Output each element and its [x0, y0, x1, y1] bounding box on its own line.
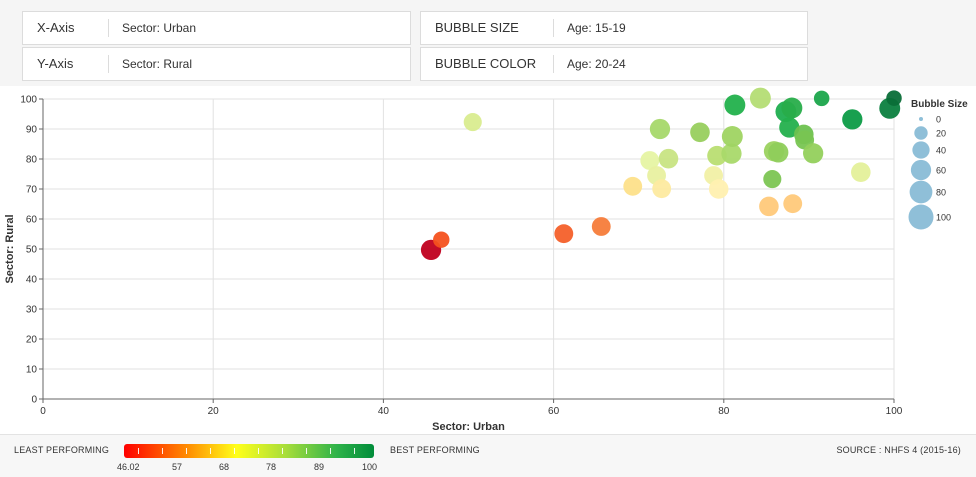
x-tick-label: 0 — [40, 406, 46, 417]
bubble — [463, 113, 482, 132]
bubble — [708, 179, 729, 199]
bubble-color-selector[interactable]: BUBBLE COLOR Age: 20-24 — [420, 47, 808, 81]
x-axis-selector[interactable]: X-Axis Sector: Urban — [22, 11, 411, 45]
x-tick-label: 20 — [208, 406, 220, 417]
bubble — [783, 194, 803, 214]
x-tick-label: 40 — [378, 406, 390, 417]
y-tick-label: 10 — [26, 365, 38, 376]
size-legend-bubble — [908, 204, 934, 230]
gradient-tick — [354, 448, 355, 454]
gradient-label: 89 — [314, 462, 325, 472]
y-tick-label: 0 — [31, 395, 37, 406]
size-legend-bubble — [910, 159, 932, 181]
color-legend-footer: LEAST PERFORMING 46.02 57 68 78 89 100 B… — [0, 434, 976, 477]
gradient-tick — [330, 448, 331, 454]
best-performing-label: BEST PERFORMING — [390, 445, 480, 455]
bubble — [842, 109, 863, 130]
size-legend-label: 100 — [936, 213, 951, 223]
y-tick-label: 60 — [26, 215, 38, 226]
gradient-tick — [138, 448, 139, 454]
bubble — [759, 196, 779, 217]
bubble — [690, 122, 710, 143]
size-legend-label: 20 — [936, 129, 946, 139]
y-tick-label: 50 — [26, 245, 38, 256]
bubble — [554, 224, 574, 244]
y-tick-label: 30 — [26, 305, 38, 316]
bubble — [721, 126, 743, 147]
bubble-size-selector[interactable]: BUBBLE SIZE Age: 15-19 — [420, 11, 808, 45]
bubble — [763, 170, 782, 189]
bubble-size-label: BUBBLE SIZE — [421, 19, 554, 37]
bubble — [749, 87, 771, 109]
x-tick-label: 80 — [718, 406, 730, 417]
size-legend-bubble — [914, 126, 928, 140]
size-legend-label: 0 — [936, 115, 941, 125]
gradient-tick — [234, 448, 235, 454]
bubble — [851, 162, 871, 182]
gradient-label: 100 — [362, 462, 378, 472]
size-legend-title: Bubble Size — [911, 99, 968, 110]
gradient-label: 46.02 — [117, 462, 140, 472]
bubble — [591, 217, 611, 236]
gradient-label: 78 — [266, 462, 277, 472]
bubble — [886, 90, 902, 106]
bubble — [658, 148, 679, 169]
gradient-tick — [306, 448, 307, 454]
size-legend-bubble — [909, 180, 933, 204]
y-axis-selector[interactable]: Y-Axis Sector: Rural — [22, 47, 411, 81]
bubble-size-value: Age: 15-19 — [567, 21, 626, 35]
bubble — [649, 118, 671, 140]
y-tick-label: 80 — [26, 155, 38, 166]
performance-gradient-bar — [124, 444, 374, 458]
x-tick-label: 100 — [886, 406, 903, 417]
size-legend-label: 80 — [936, 188, 946, 198]
gradient-tick — [210, 448, 211, 454]
y-tick-label: 20 — [26, 335, 38, 346]
bubble — [433, 231, 450, 248]
bubble — [813, 90, 830, 107]
gradient-tick — [162, 448, 163, 454]
gradient-tick — [258, 448, 259, 454]
y-tick-label: 70 — [26, 185, 38, 196]
bubble — [803, 143, 824, 164]
x-axis-value: Sector: Urban — [122, 21, 197, 35]
source-label: SOURCE : NHFS 4 (2015-16) — [836, 445, 961, 455]
y-tick-label: 100 — [20, 95, 37, 106]
x-axis-title: Sector: Urban — [432, 421, 505, 433]
bubble — [724, 94, 746, 116]
x-axis-label: X-Axis — [23, 19, 109, 37]
gradient-tick — [186, 448, 187, 454]
bubble-color-label: BUBBLE COLOR — [421, 55, 554, 73]
bubble-color-value: Age: 20-24 — [567, 57, 626, 71]
y-tick-label: 90 — [26, 125, 38, 136]
controls-panel: X-Axis Sector: Urban Y-Axis Sector: Rura… — [0, 0, 976, 86]
size-legend-bubble — [919, 117, 923, 121]
least-performing-label: LEAST PERFORMING — [14, 445, 110, 455]
bubble — [623, 176, 643, 196]
y-axis-label: Y-Axis — [23, 55, 109, 73]
bubble — [652, 179, 672, 199]
size-legend-label: 60 — [936, 166, 946, 176]
gradient-label: 68 — [219, 462, 230, 472]
y-axis-title: Sector: Rural — [4, 214, 16, 283]
gradient-tick — [282, 448, 283, 454]
bubble — [781, 97, 803, 119]
gradient-label: 57 — [172, 462, 183, 472]
bubble-chart: 0 10 20 30 40 50 60 70 80 90 100 0 20 40 60 80 100 Sector… — [4, 87, 968, 433]
size-legend-label: 40 — [936, 146, 946, 156]
y-tick-label: 40 — [26, 275, 38, 286]
x-tick-label: 60 — [548, 406, 560, 417]
bubble — [768, 142, 789, 163]
size-legend-bubble — [912, 141, 930, 159]
y-axis-value: Sector: Rural — [122, 57, 193, 71]
